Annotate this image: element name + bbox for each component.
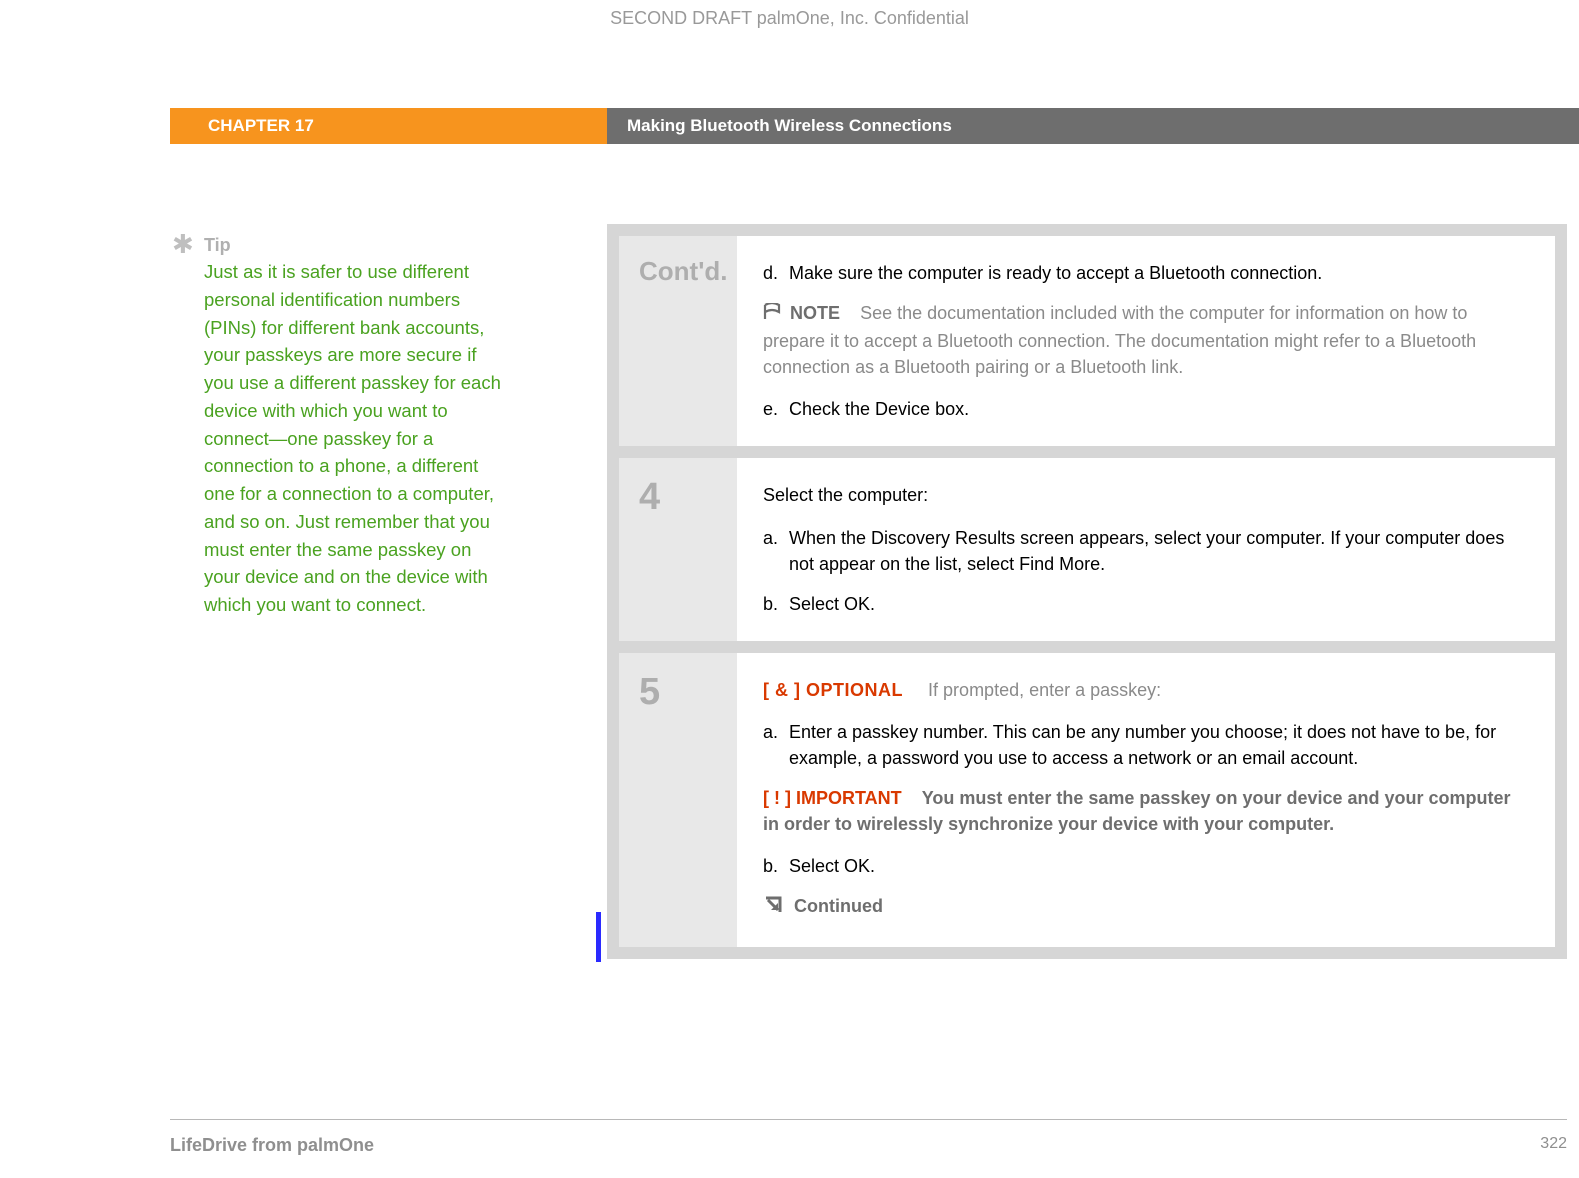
step-contd: Cont'd. d. Make sure the computer is rea… (619, 236, 1555, 446)
footer-page-number: 322 (1540, 1135, 1567, 1156)
step-5: 5 [ & ] OPTIONAL If prompted, enter a pa… (619, 653, 1555, 947)
list-item: b. Select OK. (763, 591, 1529, 617)
continued-arrow-icon (763, 895, 783, 922)
list-item: d. Make sure the computer is ready to ac… (763, 260, 1529, 286)
list-text: Select OK. (789, 853, 1529, 879)
revision-change-bar (596, 912, 601, 962)
step-body-contd: d. Make sure the computer is ready to ac… (737, 236, 1555, 446)
step-number-4: 4 (619, 458, 737, 640)
step-body-5: [ & ] OPTIONAL If prompted, enter a pass… (737, 653, 1555, 947)
list-text: Make sure the computer is ready to accep… (789, 260, 1529, 286)
list-text: Check the Device box. (789, 396, 1529, 422)
page-footer: LifeDrive from palmOne 322 (170, 1135, 1567, 1156)
tip-body: Just as it is safer to use different per… (204, 258, 504, 619)
important-line: [ ! ] IMPORTANT You must enter the same … (763, 785, 1529, 837)
step-number-5: 5 (619, 653, 737, 947)
list-item: a. Enter a passkey number. This can be a… (763, 719, 1529, 771)
list-letter: b. (763, 853, 789, 879)
footer-rule (170, 1119, 1567, 1120)
note-paragraph: NOTE See the documentation included with… (763, 300, 1529, 380)
chapter-title: Making Bluetooth Wireless Connections (607, 108, 1579, 144)
list-item: a. When the Discovery Results screen app… (763, 525, 1529, 577)
important-prefix: [ ! ] IMPORTANT (763, 788, 902, 808)
list-letter: a. (763, 525, 789, 577)
list-letter: b. (763, 591, 789, 617)
optional-body: If prompted, enter a passkey: (928, 680, 1161, 700)
continued-label: Continued (794, 896, 883, 916)
list-item: b. Select OK. (763, 853, 1529, 879)
chapter-label: CHAPTER 17 (170, 108, 607, 144)
step-label-contd: Cont'd. (619, 236, 737, 446)
optional-line: [ & ] OPTIONAL If prompted, enter a pass… (763, 677, 1529, 703)
tip-star-icon: ✱ (172, 229, 194, 260)
confidential-header: SECOND DRAFT palmOne, Inc. Confidential (0, 8, 1579, 29)
tip-label: Tip (204, 235, 504, 256)
list-letter: e. (763, 396, 789, 422)
list-text: Select OK. (789, 591, 1529, 617)
footer-product: LifeDrive from palmOne (170, 1135, 374, 1156)
optional-prefix: [ & ] OPTIONAL (763, 680, 903, 700)
step-4: 4 Select the computer: a. When the Disco… (619, 458, 1555, 640)
list-text: Enter a passkey number. This can be any … (789, 719, 1529, 771)
note-flag-icon (763, 302, 781, 328)
list-text: When the Discovery Results screen appear… (789, 525, 1529, 577)
steps-container: Cont'd. d. Make sure the computer is rea… (607, 224, 1567, 959)
continued-row: Continued (763, 893, 1529, 922)
step-body-4: Select the computer: a. When the Discove… (737, 458, 1555, 640)
list-item: e. Check the Device box. (763, 396, 1529, 422)
list-letter: a. (763, 719, 789, 771)
list-letter: d. (763, 260, 789, 286)
tip-sidebar: ✱ Tip Just as it is safer to use differe… (174, 235, 504, 619)
chapter-header-bar: CHAPTER 17 Making Bluetooth Wireless Con… (170, 108, 1579, 144)
note-body: See the documentation included with the … (763, 303, 1476, 377)
note-label: NOTE (790, 303, 840, 323)
step-intro: Select the computer: (763, 482, 1529, 508)
